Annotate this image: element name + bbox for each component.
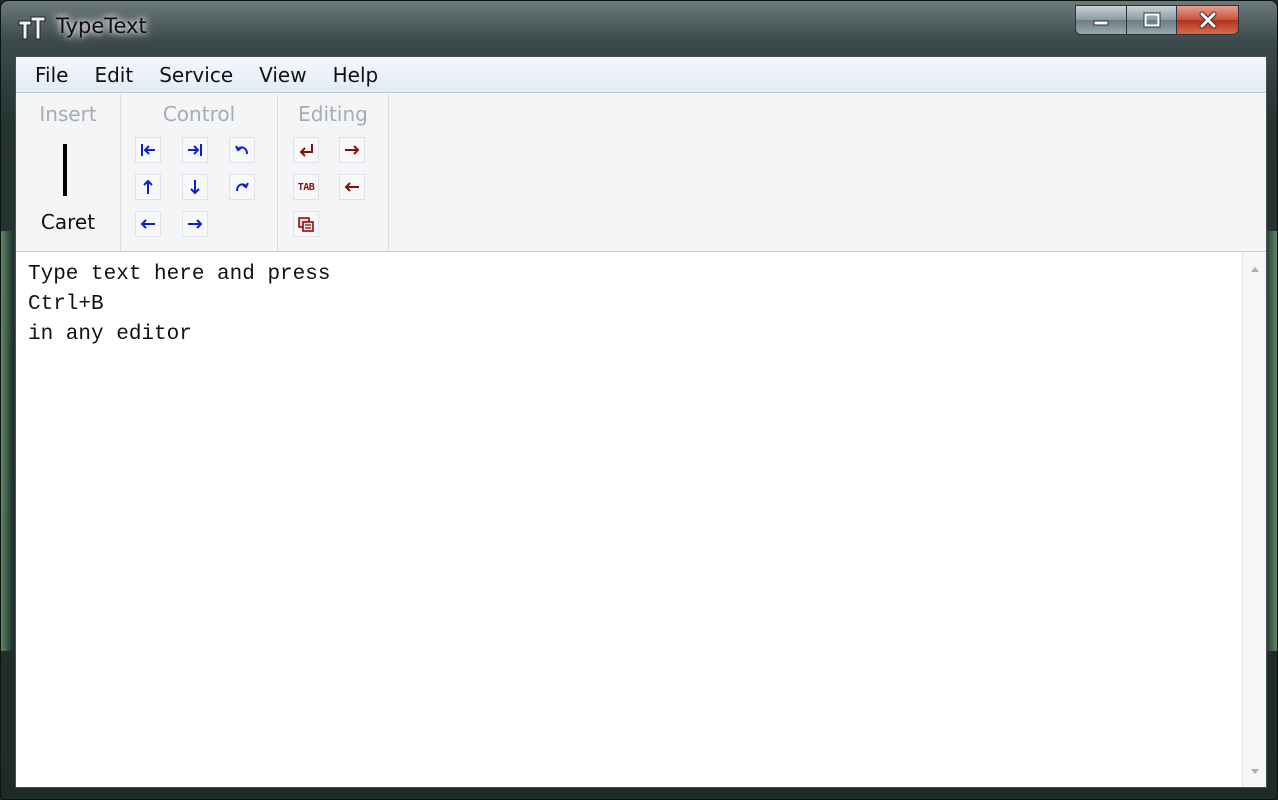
backspace-button[interactable] <box>339 174 365 200</box>
enter-button[interactable] <box>293 137 319 163</box>
menu-file[interactable]: File <box>22 57 81 93</box>
menu-help[interactable]: Help <box>320 57 392 93</box>
tab-icon: TAB <box>297 181 315 193</box>
insert-group-label: Insert <box>39 102 97 126</box>
right-arrow-button[interactable] <box>182 211 208 237</box>
window-title: TypeText <box>56 14 147 38</box>
minimize-button[interactable] <box>1075 5 1127 35</box>
close-button[interactable] <box>1177 5 1239 35</box>
end-button[interactable] <box>182 137 208 163</box>
editing-group: Editing TAB <box>278 94 389 251</box>
menu-edit[interactable]: Edit <box>81 57 146 93</box>
up-arrow-button[interactable] <box>135 174 161 200</box>
enter-icon <box>299 144 313 157</box>
close-icon <box>1199 11 1216 29</box>
maximize-icon <box>1143 12 1160 28</box>
menu-service[interactable]: Service <box>146 57 246 93</box>
editing-group-label: Editing <box>298 102 368 126</box>
title-bar[interactable]: TypeText <box>1 1 1277 55</box>
minimize-icon <box>1093 20 1109 26</box>
undo-button[interactable] <box>229 137 255 163</box>
delete-forward-button[interactable] <box>339 137 365 163</box>
window-edge-glow <box>1 231 13 651</box>
client-area: File Edit Service View Help Insert Caret… <box>15 56 1267 788</box>
down-arrow-icon <box>190 180 200 195</box>
backspace-icon <box>344 182 359 192</box>
scroll-down-icon <box>1251 768 1259 774</box>
end-icon <box>188 144 202 156</box>
right-arrow-icon <box>188 219 203 229</box>
undo-icon <box>235 145 248 155</box>
up-arrow-icon <box>143 179 153 194</box>
down-arrow-button[interactable] <box>182 174 208 200</box>
clipboard-icon <box>298 217 314 232</box>
editor-line: in any editor <box>28 323 192 346</box>
redo-icon <box>236 182 249 192</box>
caret-icon[interactable] <box>63 144 67 196</box>
insert-group: Insert Caret <box>16 94 121 251</box>
app-window: TypeText File Edit Service View Help Ins… <box>0 0 1278 800</box>
control-group-label: Control <box>162 102 236 126</box>
delete-forward-icon <box>345 145 360 155</box>
editor-line: Type text here and press <box>28 263 331 286</box>
clipboard-button[interactable] <box>293 211 319 237</box>
caret-button-label[interactable]: Caret <box>16 210 120 234</box>
left-arrow-button[interactable] <box>135 211 161 237</box>
scroll-up-button[interactable] <box>1243 257 1267 281</box>
caption-buttons <box>1075 5 1239 35</box>
maximize-button[interactable] <box>1127 5 1177 35</box>
home-button[interactable] <box>135 137 161 163</box>
editor-line: Ctrl+B <box>28 293 104 316</box>
vertical-scrollbar[interactable] <box>1242 253 1266 787</box>
text-editor[interactable]: Type text here and press Ctrl+B in any e… <box>16 253 1242 787</box>
toolbar: Insert Caret Control Editing TAB <box>16 94 1266 252</box>
typetext-app-icon <box>18 16 46 40</box>
scroll-down-button[interactable] <box>1243 759 1267 783</box>
menu-bar: File Edit Service View Help <box>16 57 1266 93</box>
tab-button[interactable]: TAB <box>293 174 319 200</box>
left-arrow-icon <box>140 219 155 229</box>
redo-button[interactable] <box>229 174 255 200</box>
control-group: Control <box>121 94 278 251</box>
home-icon <box>141 144 155 156</box>
menu-view[interactable]: View <box>246 57 319 93</box>
scroll-up-icon <box>1251 266 1259 272</box>
